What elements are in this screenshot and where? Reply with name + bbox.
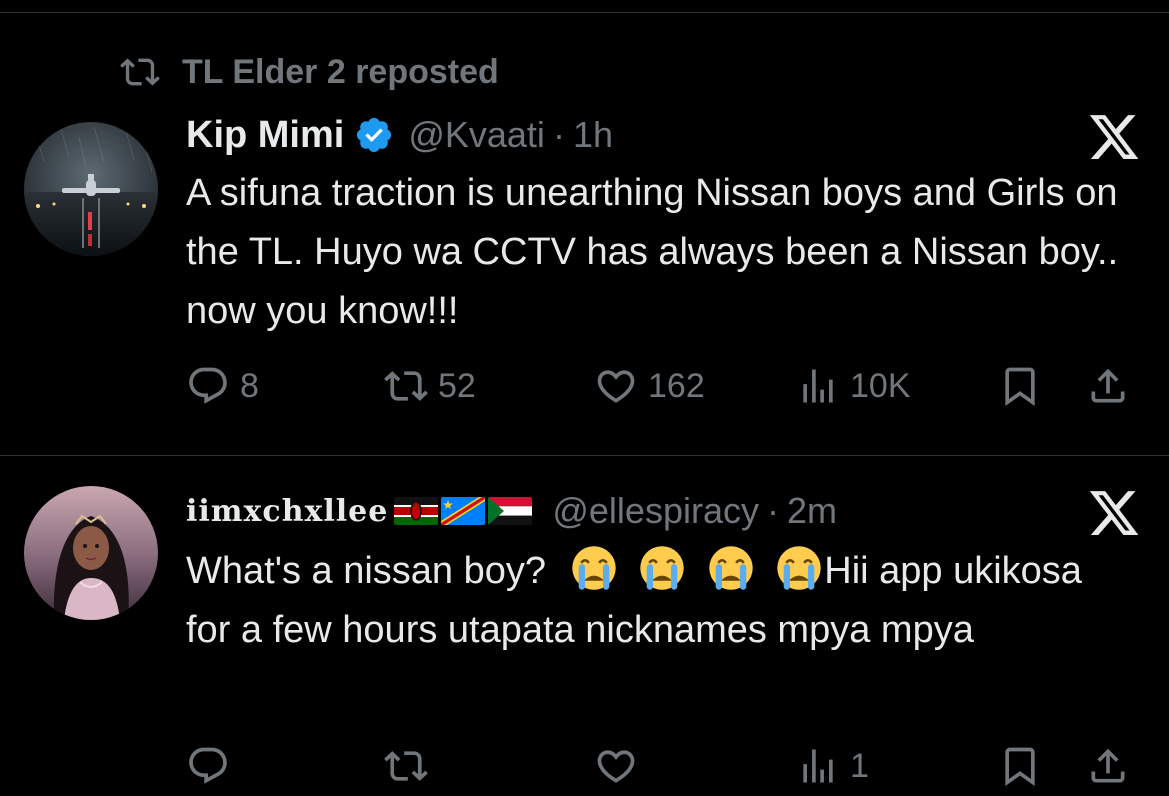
- author-handle[interactable]: @Kvaati: [408, 114, 545, 156]
- tweet-text-before-emoji: What's a nissan boy?: [186, 550, 546, 592]
- drc-flag: [441, 497, 486, 525]
- reply-icon: [189, 747, 227, 784]
- share-icon: [1091, 748, 1125, 783]
- separator-dot: ·: [552, 114, 565, 155]
- bookmark-icon: [1005, 367, 1035, 407]
- repost-count: 52: [438, 366, 476, 405]
- bookmark-button[interactable]: [998, 364, 1042, 408]
- views-button[interactable]: 1: [796, 744, 869, 788]
- princess-avatar-image: [24, 486, 158, 620]
- views-icon: [803, 369, 833, 403]
- share-button[interactable]: [1086, 364, 1130, 408]
- bookmark-icon: [1005, 747, 1035, 787]
- action-bar: 8 52 162 10K: [186, 360, 1138, 412]
- bookmark-button[interactable]: [998, 744, 1042, 788]
- like-button[interactable]: 162: [594, 364, 705, 408]
- tweet-header: iimxchxllee @ellespiracy · 2m: [186, 486, 837, 536]
- timestamp[interactable]: 2m: [787, 490, 837, 532]
- tweet-text: A sifuna traction is unearthing Nissan b…: [186, 172, 1119, 332]
- kenya-flag: [394, 497, 439, 525]
- airplane-runway-avatar-image: [24, 122, 158, 256]
- crying-face-emoji: [571, 546, 616, 590]
- retweet-icon: [384, 751, 428, 781]
- avatar[interactable]: [24, 122, 158, 256]
- share-button[interactable]: [1086, 744, 1130, 788]
- like-icon: [597, 750, 635, 783]
- reply-button[interactable]: 8: [186, 364, 259, 408]
- tweet-text: What's a nissan boy? Hii app ukikosa for…: [186, 542, 1086, 660]
- x-logo-icon: [1089, 115, 1139, 159]
- tweet-kip-mimi[interactable]: TL Elder 2 reposted Kip Mimi @Kvaati · 1…: [0, 0, 1169, 455]
- timestamp[interactable]: 1h: [573, 114, 613, 156]
- views-icon: [803, 749, 833, 783]
- separator-dot: ·: [766, 490, 779, 531]
- views-count: 1: [850, 746, 869, 785]
- tweet-header: Kip Mimi @Kvaati · 1h: [186, 110, 613, 160]
- tweet-iimxchxllee[interactable]: iimxchxllee @ellespiracy · 2m What's a n…: [0, 456, 1169, 796]
- repost-button[interactable]: 52: [384, 364, 476, 408]
- repost-button[interactable]: [384, 744, 428, 788]
- reply-icon: [189, 367, 227, 404]
- like-count: 162: [648, 366, 705, 405]
- x-logo-icon: [1089, 491, 1139, 535]
- views-count: 10K: [850, 366, 911, 405]
- action-bar: 1: [186, 740, 1138, 792]
- crying-face-emoji: [777, 546, 821, 590]
- verified-badge-icon[interactable]: [354, 115, 394, 155]
- repost-label: TL Elder 2 reposted: [182, 52, 499, 91]
- like-button[interactable]: [594, 744, 638, 788]
- share-icon: [1091, 368, 1125, 403]
- crying-face-emoji: [708, 546, 753, 590]
- like-icon: [597, 370, 635, 403]
- avatar[interactable]: [24, 486, 158, 620]
- repost-icon: [120, 58, 160, 86]
- author-flags: [394, 497, 533, 525]
- author-name[interactable]: Kip Mimi: [186, 114, 344, 157]
- author-handle[interactable]: @ellespiracy: [552, 490, 759, 532]
- repost-context[interactable]: TL Elder 2 reposted: [118, 52, 499, 92]
- sudan-flag: [488, 497, 533, 525]
- reply-count: 8: [240, 366, 259, 405]
- views-button[interactable]: 10K: [796, 364, 911, 408]
- retweet-icon: [384, 371, 428, 401]
- reply-button[interactable]: [186, 744, 230, 788]
- crying-face-emoji: [640, 546, 684, 590]
- author-name[interactable]: iimxchxllee: [186, 494, 388, 529]
